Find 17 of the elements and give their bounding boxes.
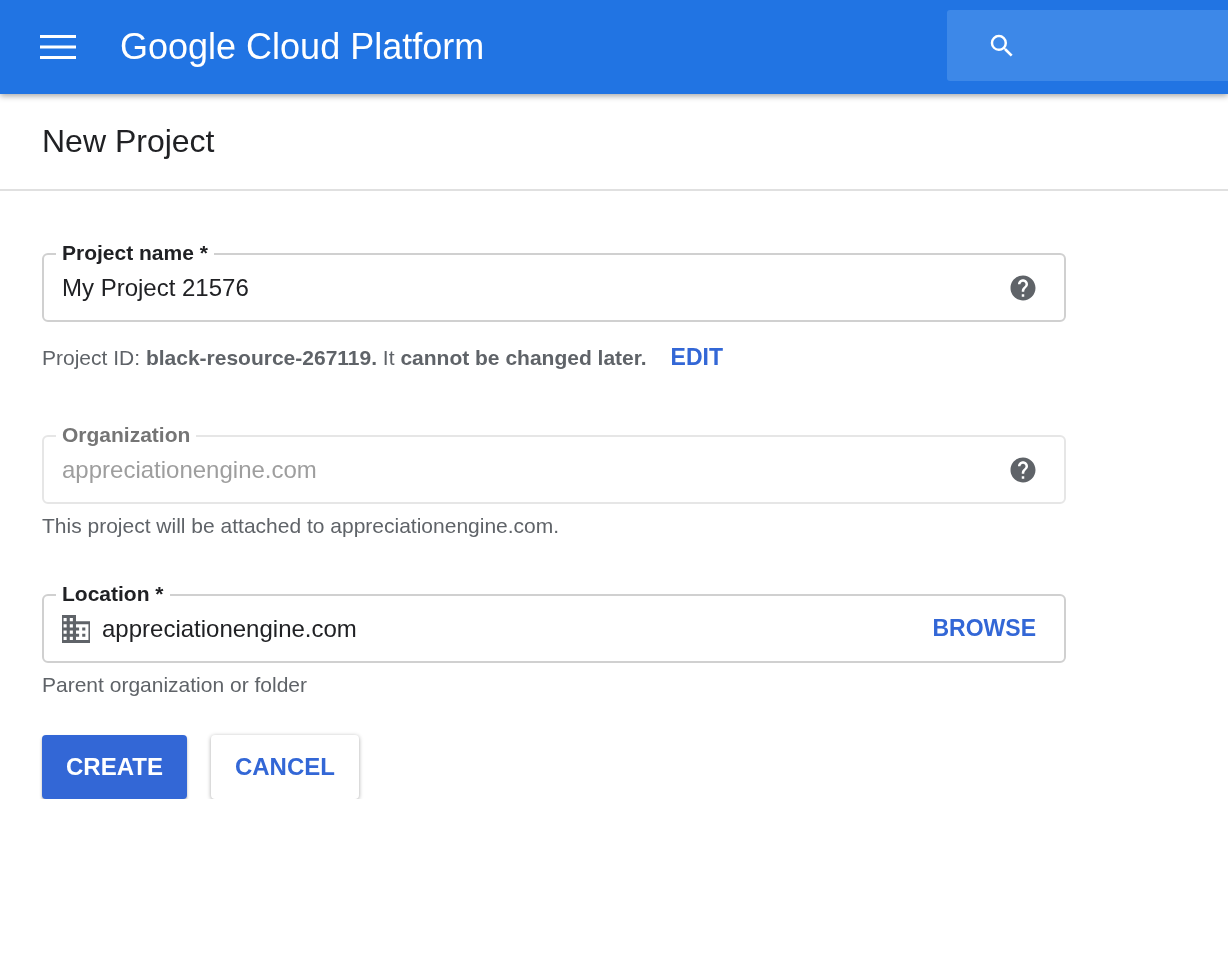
building-icon [62, 614, 90, 643]
app-title: Google Cloud Platform [120, 26, 486, 68]
menu-icon[interactable] [40, 34, 76, 60]
location-field[interactable]: Location * appreciationengine.com BROWSE [42, 582, 1066, 663]
helper-text: This project will be attached to appreciationengine.com. [42, 514, 560, 538]
field-value: appreciationengine.com [62, 455, 318, 484]
helper-text: Parent organization or folder [42, 673, 307, 697]
field-value: My Project 21576 [62, 273, 250, 302]
field-value: appreciationengine.com [102, 614, 358, 643]
create-button[interactable]: CREATE [42, 735, 187, 799]
helper-text: Project ID: black-resource-267119. It cannot be changed later. [42, 345, 647, 370]
page-title: New Project [42, 123, 215, 160]
search-field[interactable] [947, 10, 1228, 81]
text-field[interactable]: Project name * My Project 21576 [42, 241, 1066, 322]
browse-button[interactable]: BROWSE [930, 611, 1038, 646]
edit-link[interactable]: EDIT [670, 344, 723, 371]
cancel-button[interactable]: CANCEL [210, 735, 359, 799]
